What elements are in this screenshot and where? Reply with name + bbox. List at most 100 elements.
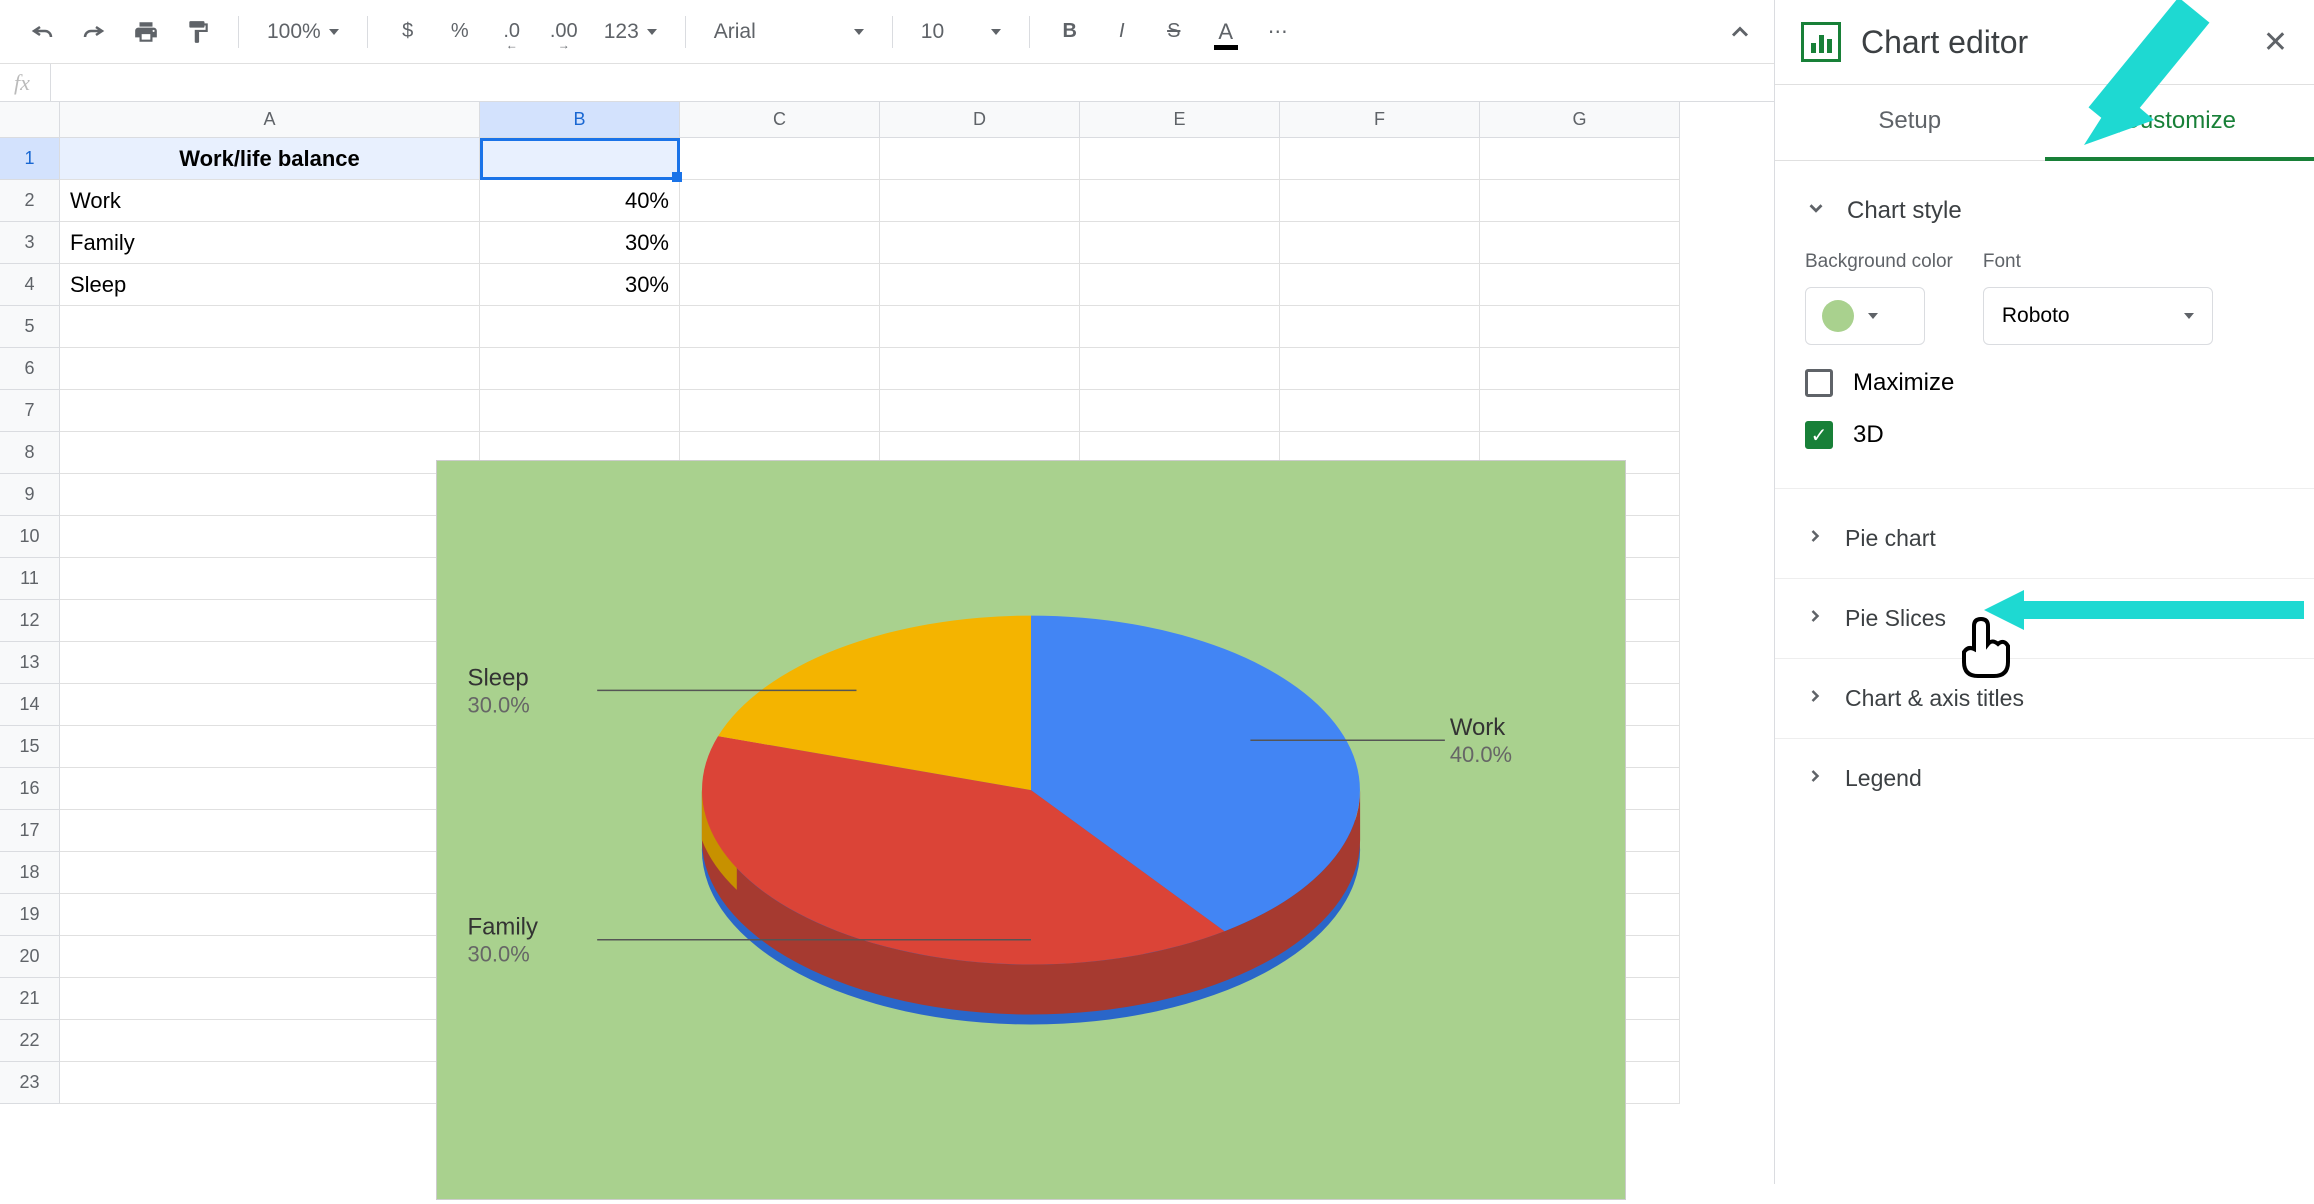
- cell[interactable]: [1480, 222, 1680, 264]
- font-select[interactable]: Arial: [704, 20, 874, 44]
- row-header[interactable]: 16: [0, 768, 60, 810]
- cell[interactable]: Sleep: [60, 264, 480, 306]
- cell[interactable]: [60, 894, 480, 936]
- format-123-button[interactable]: 123: [594, 20, 667, 44]
- cell[interactable]: [880, 180, 1080, 222]
- row-header[interactable]: 6: [0, 348, 60, 390]
- cell[interactable]: [880, 264, 1080, 306]
- cell[interactable]: [1080, 348, 1280, 390]
- cell[interactable]: [1280, 390, 1480, 432]
- cell[interactable]: [60, 600, 480, 642]
- cell[interactable]: [60, 768, 480, 810]
- col-header-g[interactable]: G: [1480, 102, 1680, 138]
- row-header[interactable]: 13: [0, 642, 60, 684]
- cell[interactable]: Work/life balance: [60, 138, 480, 180]
- cell[interactable]: [1480, 390, 1680, 432]
- increase-decimal-button[interactable]: .00→: [542, 10, 586, 54]
- cell[interactable]: [1080, 264, 1280, 306]
- cell[interactable]: [1480, 264, 1680, 306]
- cell[interactable]: [1480, 138, 1680, 180]
- row-header[interactable]: 18: [0, 852, 60, 894]
- zoom-select[interactable]: 100%: [257, 20, 349, 44]
- row-header[interactable]: 2: [0, 180, 60, 222]
- section-chart-axis-titles[interactable]: Chart & axis titles: [1805, 659, 2284, 738]
- cell[interactable]: [60, 642, 480, 684]
- row-header[interactable]: 1: [0, 138, 60, 180]
- cell[interactable]: [880, 138, 1080, 180]
- select-all-cell[interactable]: [0, 102, 60, 138]
- cell[interactable]: [880, 306, 1080, 348]
- cell[interactable]: [480, 306, 680, 348]
- row-header[interactable]: 9: [0, 474, 60, 516]
- cell[interactable]: Work: [60, 180, 480, 222]
- pie-chart[interactable]: Work 40.0% Family 30.0% Sleep 30.0%: [436, 460, 1626, 1200]
- row-header[interactable]: 23: [0, 1062, 60, 1104]
- cell[interactable]: [1480, 180, 1680, 222]
- cell[interactable]: [1280, 264, 1480, 306]
- cell[interactable]: [60, 474, 480, 516]
- section-chart-style[interactable]: Chart style: [1805, 181, 2284, 241]
- italic-button[interactable]: I: [1100, 10, 1144, 54]
- cell[interactable]: [480, 390, 680, 432]
- cell[interactable]: [1080, 138, 1280, 180]
- cell[interactable]: [680, 306, 880, 348]
- cell[interactable]: [1280, 222, 1480, 264]
- cell[interactable]: [1080, 390, 1280, 432]
- maximize-checkbox[interactable]: Maximize: [1805, 369, 2284, 397]
- tab-setup[interactable]: Setup: [1775, 85, 2045, 161]
- cell[interactable]: [60, 432, 480, 474]
- cell[interactable]: [680, 264, 880, 306]
- cell[interactable]: [60, 726, 480, 768]
- currency-button[interactable]: $: [386, 10, 430, 54]
- bg-color-select[interactable]: [1805, 287, 1925, 345]
- cell[interactable]: [1280, 306, 1480, 348]
- undo-button[interactable]: [20, 10, 64, 54]
- cell[interactable]: [1080, 306, 1280, 348]
- cell[interactable]: [60, 810, 480, 852]
- row-header[interactable]: 12: [0, 600, 60, 642]
- cell[interactable]: [60, 936, 480, 978]
- strikethrough-button[interactable]: S: [1152, 10, 1196, 54]
- row-header[interactable]: 20: [0, 936, 60, 978]
- cell[interactable]: Family: [60, 222, 480, 264]
- cell[interactable]: [880, 348, 1080, 390]
- cell[interactable]: [60, 978, 480, 1020]
- row-header[interactable]: 11: [0, 558, 60, 600]
- cell[interactable]: [880, 222, 1080, 264]
- cell[interactable]: [60, 306, 480, 348]
- row-header[interactable]: 14: [0, 684, 60, 726]
- cell[interactable]: [480, 348, 680, 390]
- col-header-d[interactable]: D: [880, 102, 1080, 138]
- cell[interactable]: [60, 852, 480, 894]
- paint-format-button[interactable]: [176, 10, 220, 54]
- redo-button[interactable]: [72, 10, 116, 54]
- row-header[interactable]: 10: [0, 516, 60, 558]
- cell[interactable]: [60, 684, 480, 726]
- cell[interactable]: 40%: [480, 180, 680, 222]
- cell[interactable]: [1080, 180, 1280, 222]
- cell[interactable]: [60, 1020, 480, 1062]
- row-header[interactable]: 8: [0, 432, 60, 474]
- row-header[interactable]: 5: [0, 306, 60, 348]
- cell[interactable]: [680, 348, 880, 390]
- section-legend[interactable]: Legend: [1805, 739, 2284, 818]
- col-header-c[interactable]: C: [680, 102, 880, 138]
- 3d-checkbox[interactable]: ✓ 3D: [1805, 421, 2284, 449]
- cell[interactable]: [60, 558, 480, 600]
- text-color-button[interactable]: A: [1204, 10, 1248, 54]
- row-header[interactable]: 19: [0, 894, 60, 936]
- cell[interactable]: [1280, 138, 1480, 180]
- decrease-decimal-button[interactable]: .0←: [490, 10, 534, 54]
- row-header[interactable]: 4: [0, 264, 60, 306]
- col-header-e[interactable]: E: [1080, 102, 1280, 138]
- cell[interactable]: [680, 390, 880, 432]
- col-header-b[interactable]: B: [480, 102, 680, 138]
- collapse-toolbar-button[interactable]: [1726, 18, 1754, 51]
- percent-button[interactable]: %: [438, 10, 482, 54]
- more-button[interactable]: ⋯: [1256, 10, 1300, 54]
- col-header-f[interactable]: F: [1280, 102, 1480, 138]
- row-header[interactable]: 22: [0, 1020, 60, 1062]
- cell[interactable]: [60, 1062, 480, 1104]
- cell[interactable]: [1480, 348, 1680, 390]
- cell[interactable]: [60, 390, 480, 432]
